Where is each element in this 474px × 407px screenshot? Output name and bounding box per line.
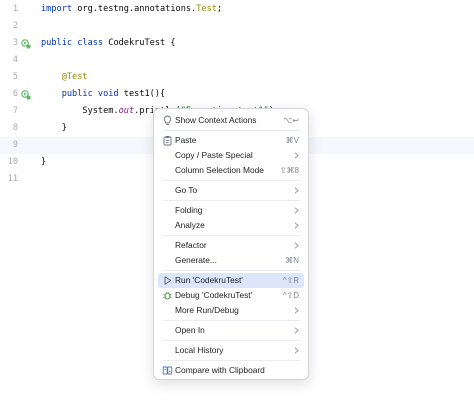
menu-item-label: Copy / Paste Special xyxy=(175,150,253,160)
line-number: 11 xyxy=(7,174,18,184)
menu-separator xyxy=(163,360,300,361)
menu-item-label: Analyze xyxy=(175,220,205,230)
code-token: public void xyxy=(41,89,124,99)
code-token: CodekruTest { xyxy=(108,38,176,48)
line-number: 10 xyxy=(7,157,18,167)
code-token: public class xyxy=(41,38,109,48)
menu-item-run[interactable]: Run 'CodekruTest' ^⇧R xyxy=(158,273,304,288)
menu-item-local-history[interactable]: Local History xyxy=(158,343,304,358)
line-number: 1 xyxy=(12,4,18,14)
menu-item-label: Open In xyxy=(175,325,205,335)
chevron-right-icon xyxy=(294,222,299,229)
menu-item-column-selection-mode[interactable]: Column Selection Mode ⇧⌘8 xyxy=(158,163,304,178)
menu-item-shortcut: ⇧⌘8 xyxy=(279,166,299,175)
menu-separator xyxy=(163,130,300,131)
menu-item-folding[interactable]: Folding xyxy=(158,203,304,218)
menu-item-paste[interactable]: Paste ⌘V xyxy=(158,133,304,148)
code-text: import org.testng.annotations.Test; xyxy=(41,1,222,18)
code-token: Test xyxy=(196,4,217,14)
menu-item-label: Generate... xyxy=(175,255,217,265)
chevron-right-icon xyxy=(294,347,299,354)
code-token: ; xyxy=(216,4,223,14)
chevron-right-icon xyxy=(294,327,299,334)
compare-icon xyxy=(162,366,173,375)
chevron-right-icon xyxy=(294,307,299,314)
code-text: } xyxy=(41,120,67,137)
menu-item-label: More Run/Debug xyxy=(175,305,239,315)
menu-item-label: Go To xyxy=(175,185,198,195)
menu-item-label: Compare with Clipboard xyxy=(175,365,265,375)
line-number: 7 xyxy=(12,106,18,116)
line-number: 8 xyxy=(12,123,18,133)
lightbulb-icon xyxy=(163,115,172,125)
code-token: } xyxy=(41,157,47,167)
line-number: 5 xyxy=(12,72,18,82)
code-text: public void test1(){ xyxy=(41,86,166,103)
menu-item-label: Column Selection Mode xyxy=(175,165,264,175)
menu-item-label: Folding xyxy=(175,205,203,215)
chevron-right-icon xyxy=(294,242,299,249)
menu-item-analyze[interactable]: Analyze xyxy=(158,218,304,233)
menu-item-copy-paste-special[interactable]: Copy / Paste Special xyxy=(158,148,304,163)
chevron-right-icon xyxy=(294,152,299,159)
menu-item-shortcut: ⌥↩ xyxy=(283,116,299,125)
menu-item-label: Local History xyxy=(175,345,224,355)
menu-item-open-in[interactable]: Open In xyxy=(158,323,304,338)
line-number: 6 xyxy=(12,89,18,99)
code-line[interactable]: 1 import org.testng.annotations.Test; xyxy=(0,1,474,18)
menu-separator xyxy=(163,180,300,181)
menu-item-label: Debug 'CodekruTest' xyxy=(175,290,253,300)
code-text: } xyxy=(41,154,46,171)
clipboard-icon xyxy=(163,136,172,146)
code-line[interactable]: 5 @Test xyxy=(0,69,474,86)
menu-separator xyxy=(163,270,300,271)
menu-item-label: Refactor xyxy=(175,240,207,250)
code-token: } xyxy=(41,123,67,133)
code-token: @Test xyxy=(41,72,88,82)
chevron-right-icon xyxy=(294,207,299,214)
code-line[interactable]: 3 public class CodekruTest { xyxy=(0,35,474,52)
menu-separator xyxy=(163,340,300,341)
menu-separator xyxy=(163,200,300,201)
run-gutter-icon[interactable] xyxy=(21,90,31,100)
menu-item-shortcut: ⌘N xyxy=(285,256,299,265)
context-menu: Show Context Actions ⌥↩ Paste ⌘V Copy / Past… xyxy=(153,108,309,380)
menu-item-debug[interactable]: Debug 'CodekruTest' ^⇧D xyxy=(158,288,304,303)
menu-item-label: Run 'CodekruTest' xyxy=(175,275,243,285)
menu-separator xyxy=(163,235,300,236)
code-token: org.testng.annotations. xyxy=(77,4,197,14)
line-number: 9 xyxy=(12,140,18,150)
debug-icon xyxy=(163,292,172,300)
menu-item-show-context-actions[interactable]: Show Context Actions ⌥↩ xyxy=(158,113,304,128)
code-token: out xyxy=(118,106,135,116)
menu-item-label: Show Context Actions xyxy=(175,115,257,125)
menu-item-label: Paste xyxy=(175,135,197,145)
chevron-right-icon xyxy=(294,187,299,194)
line-number: 3 xyxy=(12,38,18,48)
code-line[interactable]: 2 xyxy=(0,18,474,35)
menu-item-go-to[interactable]: Go To xyxy=(158,183,304,198)
menu-item-shortcut: ^⇧D xyxy=(282,291,299,300)
run-gutter-icon[interactable] xyxy=(21,39,31,49)
run-icon xyxy=(164,276,172,285)
menu-separator xyxy=(163,320,300,321)
menu-item-shortcut: ⌘V xyxy=(285,136,299,145)
code-text: @Test xyxy=(41,69,88,86)
menu-item-refactor[interactable]: Refactor xyxy=(158,238,304,253)
menu-item-generate[interactable]: Generate... ⌘N xyxy=(158,253,304,268)
code-token: System. xyxy=(41,106,119,116)
code-token: import xyxy=(41,4,78,14)
line-number: 4 xyxy=(12,55,18,65)
code-line[interactable]: 4 xyxy=(0,52,474,69)
line-number: 2 xyxy=(12,21,18,31)
code-token: test1(){ xyxy=(123,89,166,99)
menu-item-shortcut: ^⇧R xyxy=(282,276,299,285)
code-text: public class CodekruTest { xyxy=(41,35,176,52)
menu-item-compare-with-clipboard[interactable]: Compare with Clipboard xyxy=(158,363,304,378)
code-line[interactable]: 6 public void test1(){ xyxy=(0,86,474,103)
menu-item-more-run-debug[interactable]: More Run/Debug xyxy=(158,303,304,318)
